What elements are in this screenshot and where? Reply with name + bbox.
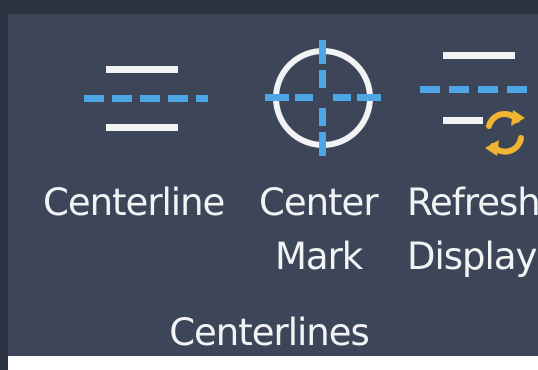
center-mark-button[interactable]: Center Mark: [255, 14, 405, 294]
refresh-display-button[interactable]: Refresh Display: [405, 14, 538, 294]
ribbon-panel-centerlines: Centerline Center Mark Refresh Display C…: [0, 0, 538, 370]
refresh-display-icon: [420, 52, 527, 156]
center-mark-label-line1: Center: [259, 181, 379, 224]
centerline-icon: [84, 66, 208, 131]
centerline-label: Centerline: [43, 181, 225, 224]
center-mark-icon: [265, 40, 381, 156]
centerline-button[interactable]: Centerline: [40, 14, 250, 294]
refresh-display-label-line1: Refresh: [407, 181, 538, 224]
refresh-display-label-line2: Display: [407, 235, 537, 278]
center-mark-label-line2: Mark: [275, 235, 363, 278]
panel-title: Centerlines: [169, 311, 370, 354]
